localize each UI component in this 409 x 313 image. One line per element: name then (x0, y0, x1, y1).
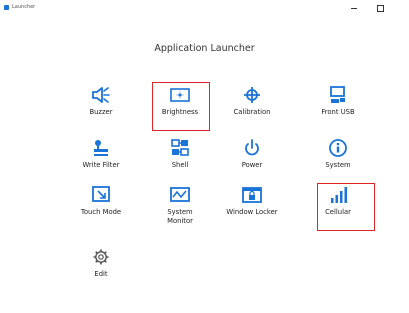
tile-label: Write Filter (82, 161, 120, 169)
info-icon (329, 139, 347, 157)
tile-label: Calibration (233, 108, 271, 116)
tile-shell[interactable]: Shell (150, 139, 210, 170)
shell-icon (171, 139, 189, 156)
touch-mode-icon (92, 186, 110, 202)
crosshair-icon (244, 87, 260, 103)
write-filter-icon (94, 140, 108, 156)
tile-window-locker[interactable]: Window Locker (222, 186, 282, 217)
minimize-icon (351, 8, 357, 9)
tile-label: System Monitor (167, 208, 193, 225)
title-bar: Launcher (0, 0, 409, 18)
tile-power[interactable]: Power (222, 139, 282, 170)
speaker-icon (92, 87, 110, 103)
page-title: Application Launcher (154, 43, 255, 54)
tile-label: Edit (94, 270, 108, 278)
tile-system[interactable]: System (308, 139, 368, 170)
tile-front-usb[interactable]: Front USB (308, 86, 368, 117)
tile-label: Power (241, 161, 263, 169)
maximize-button[interactable] (372, 2, 388, 14)
tile-label: Touch Mode (80, 208, 122, 216)
tile-label: Shell (171, 161, 189, 169)
tile-label: System (325, 161, 351, 169)
tile-buzzer[interactable]: Buzzer (71, 86, 131, 117)
window-lock-icon (242, 187, 262, 203)
window-title: Launcher (12, 4, 36, 10)
tile-label: Buzzer (89, 108, 113, 116)
gear-icon (93, 249, 109, 265)
monitor-chart-icon (170, 187, 190, 202)
maximize-icon (377, 5, 384, 12)
cellular-highlight-box (317, 183, 375, 231)
brightness-highlight-box (152, 82, 210, 131)
power-icon (245, 139, 259, 156)
tile-write-filter[interactable]: Write Filter (71, 139, 131, 170)
usb-icon (330, 86, 345, 103)
tile-label: Front USB (321, 108, 355, 116)
tile-label: Window Locker (226, 208, 278, 216)
minimize-button[interactable] (346, 2, 362, 14)
tile-touch-mode[interactable]: Touch Mode (71, 186, 131, 217)
tile-edit[interactable]: Edit (71, 248, 131, 279)
tile-calibration[interactable]: Calibration (222, 86, 282, 117)
tile-system-monitor[interactable]: System Monitor (150, 186, 210, 226)
app-icon (4, 5, 9, 10)
launcher-window: Launcher Application Launcher Buzzer Bri… (0, 0, 409, 313)
